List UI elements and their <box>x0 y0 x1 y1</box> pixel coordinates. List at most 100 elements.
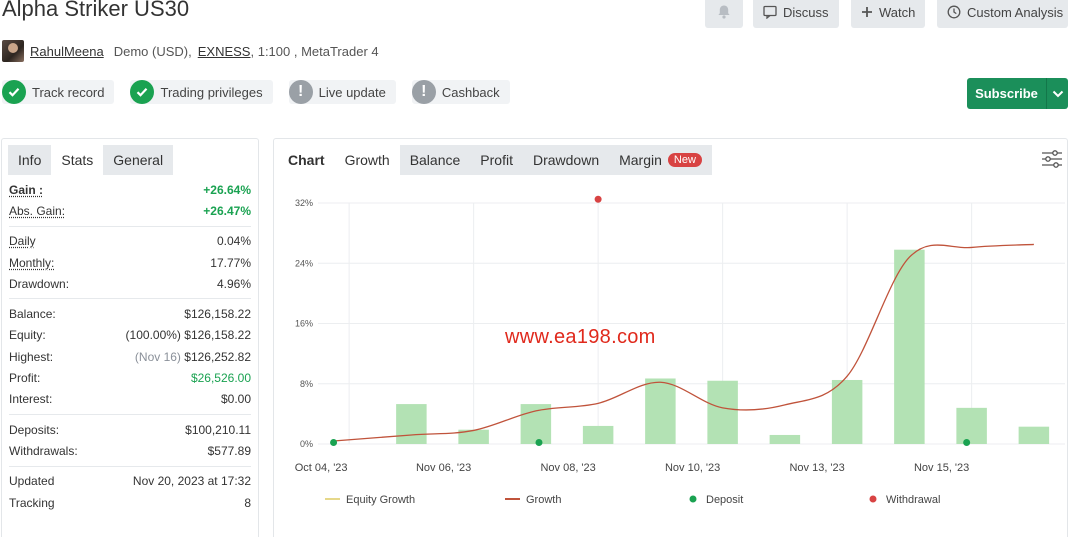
chart-tabs: Chart Growth Balance Profit Drawdown Mar… <box>274 145 712 175</box>
balance-group: Balance: $126,158.22 Equity: (100.00%) $12… <box>9 299 251 415</box>
stat-value: 4.96% <box>216 276 251 291</box>
bell-icon <box>716 4 732 20</box>
watch-label: Watch <box>879 4 916 20</box>
subscribe-button[interactable]: Subscribe <box>967 78 1068 109</box>
clock-icon <box>947 5 961 19</box>
exclamation-icon: ! <box>411 80 436 104</box>
stat-row-balance: Balance: $126,158.22 <box>9 303 251 324</box>
stat-value: Nov 20, 2023 at 17:32 <box>132 474 251 489</box>
badge-label: Trading privileges <box>160 84 263 100</box>
badge-live-update[interactable]: ! Live update <box>288 80 396 104</box>
check-icon <box>130 80 155 104</box>
discuss-button[interactable]: Discuss <box>753 0 839 28</box>
tab-info[interactable]: Info <box>8 145 52 175</box>
watermark-text: www.ea198.com <box>505 326 656 348</box>
stats-tabs: Info Stats General <box>2 139 258 175</box>
stat-value: $26,526.00 <box>190 371 251 386</box>
stat-label: Equity: <box>9 328 46 343</box>
transfer-group: Deposits: $100,210.11 Withdrawals: $577.89 <box>9 415 251 467</box>
tab-growth[interactable]: Growth <box>334 145 400 175</box>
notify-button[interactable] <box>705 0 743 28</box>
stat-row-drawdown: Drawdown: 4.96% <box>9 273 251 294</box>
chart-label: Chart <box>288 152 325 168</box>
tab-margin-label: Margin <box>619 152 662 168</box>
tab-stats[interactable]: Stats <box>51 145 104 175</box>
user-link[interactable]: RahulMeena <box>30 44 104 59</box>
discuss-label: Discuss <box>783 4 829 20</box>
stat-value: $0.00 <box>220 392 251 407</box>
stat-value: 0.04% <box>216 234 251 249</box>
plus-icon <box>861 6 873 18</box>
stat-value: $126,158.22 <box>184 328 251 343</box>
stat-row-equity: Equity: (100.00%) $126,158.22 <box>9 325 251 346</box>
custom-analysis-button[interactable]: Custom Analysis <box>937 0 1068 28</box>
account-details: , 1:100 , MetaTrader 4 <box>250 43 379 59</box>
stat-label: Balance: <box>9 307 56 322</box>
custom-analysis-label: Custom Analysis <box>967 4 1064 20</box>
exclamation-icon: ! <box>288 80 313 104</box>
stat-label[interactable]: Monthly: <box>9 256 54 270</box>
tab-balance[interactable]: Balance <box>399 145 471 175</box>
stat-label[interactable]: Abs. Gain: <box>9 204 65 218</box>
check-icon <box>2 80 26 104</box>
account-info: RahulMeena Demo (USD), EXNESS , 1:100 , … <box>2 40 379 62</box>
tab-margin[interactable]: Margin New <box>609 145 712 175</box>
stat-label[interactable]: Daily <box>9 234 36 248</box>
stat-label: Profit: <box>9 371 41 386</box>
stat-value: +26.64% <box>203 182 251 197</box>
subscribe-label: Subscribe <box>975 86 1038 101</box>
stat-value: 8 <box>244 495 251 510</box>
tab-profit[interactable]: Profit <box>470 145 523 175</box>
badge-label: Live update <box>318 84 386 100</box>
chevron-down-icon[interactable] <box>1046 78 1068 109</box>
stat-row-interest: Interest: $0.00 <box>9 389 251 410</box>
stat-row-highest: Highest: (Nov 16) $126,252.82 <box>9 346 251 367</box>
stat-prefix: (100.00%) <box>125 328 181 343</box>
stat-row-profit: Profit: $26,526.00 <box>9 367 251 388</box>
badge-trading-privileges[interactable]: Trading privileges <box>130 80 273 104</box>
stats-panel: Info Stats General Gain : +26.64% Abs. Ga… <box>1 138 259 537</box>
broker-link[interactable]: EXNESS <box>198 44 251 59</box>
stat-label: Tracking <box>9 495 55 510</box>
stat-row-deposits: Deposits: $100,210.11 <box>9 419 251 440</box>
tab-drawdown[interactable]: Drawdown <box>522 145 610 175</box>
stat-value: $126,252.82 <box>184 349 251 364</box>
stat-label[interactable]: Gain : <box>9 183 43 197</box>
stat-row-monthly: Monthly: 17.77% <box>9 252 251 273</box>
stat-label: Deposits: <box>9 422 60 437</box>
settings-sliders-icon[interactable] <box>1041 149 1063 174</box>
badge-label: Track record <box>32 84 105 100</box>
stat-row-tracking: Tracking 8 <box>9 492 251 513</box>
chart-panel: Chart Growth Balance Profit Drawdown Mar… <box>273 138 1068 537</box>
stat-label: Updated <box>9 474 55 489</box>
stat-value: $577.89 <box>207 443 251 458</box>
stat-row-updated: Updated Nov 20, 2023 at 17:32 <box>9 471 251 492</box>
badge-cashback[interactable]: ! Cashback <box>411 80 510 104</box>
stat-value: 17.77% <box>210 255 251 270</box>
stat-row-daily: Daily 0.04% <box>9 231 251 252</box>
stat-label: Drawdown: <box>9 276 70 291</box>
rate-group: Daily 0.04% Monthly: 17.77% Drawdown: 4.96% <box>9 227 251 300</box>
badge-label: Cashback <box>441 84 500 100</box>
avatar[interactable] <box>2 40 24 62</box>
stat-value: $100,210.11 <box>185 422 251 437</box>
tracking-group: Updated Nov 20, 2023 at 17:32 Tracking 8 <box>9 467 251 518</box>
account-type: Demo (USD), <box>113 43 192 59</box>
page-title: Alpha Striker US30 <box>2 0 190 21</box>
stat-label: Interest: <box>9 392 53 407</box>
gain-group: Gain : +26.64% Abs. Gain: +26.47% <box>9 175 251 227</box>
stat-label: Withdrawals: <box>9 443 78 458</box>
chat-icon <box>763 5 777 19</box>
stat-value: +26.47% <box>203 203 251 218</box>
badge-track-record[interactable]: Track record <box>2 80 115 104</box>
new-badge: New <box>667 153 702 167</box>
stat-row-abs-gain: Abs. Gain: +26.47% <box>9 200 251 221</box>
status-badges: Track record Trading privileges ! Live u… <box>2 80 510 104</box>
stat-prefix: (Nov 16) <box>134 349 181 364</box>
tab-general[interactable]: General <box>103 145 174 175</box>
stat-row-gain: Gain : +26.64% <box>9 179 251 200</box>
stat-label: Highest: <box>9 349 54 364</box>
stat-row-withdrawals: Withdrawals: $577.89 <box>9 440 251 461</box>
watch-button[interactable]: Watch <box>851 0 926 28</box>
stat-value: $126,158.22 <box>184 307 251 322</box>
